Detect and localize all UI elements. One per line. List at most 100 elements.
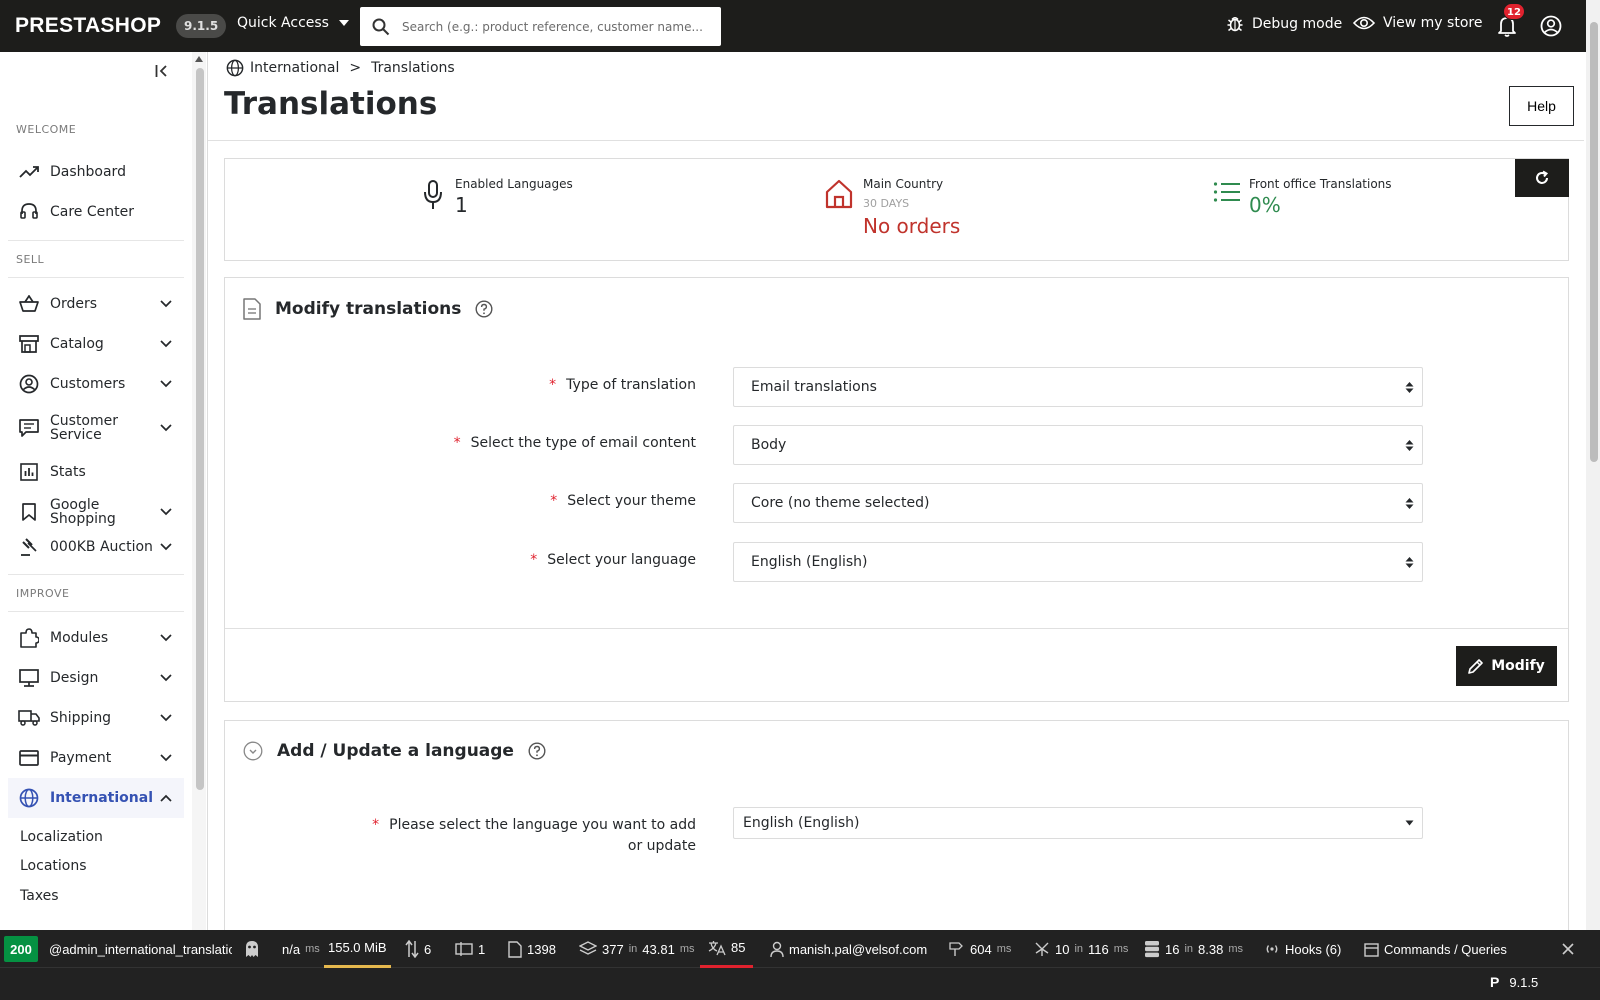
section-welcome: WELCOME (16, 123, 77, 136)
close-debug-toolbar-button[interactable] (1562, 930, 1574, 968)
debug-hooks[interactable]: Hooks (6) (1264, 930, 1341, 968)
debug-events[interactable]: 10 in 116 ms (1034, 930, 1128, 968)
sidebar-item-dashboard[interactable]: Dashboard (8, 156, 184, 188)
sidebar-item-google-shopping[interactable]: Google Shopping (8, 492, 184, 532)
sidebar-divider (8, 611, 184, 612)
sidebar-item-international[interactable]: International (8, 778, 184, 818)
cache-unit: ms (679, 943, 695, 955)
breadcrumb-international-link[interactable]: International (250, 60, 339, 76)
db-count: 16 (1165, 941, 1180, 957)
refresh-kpis-button[interactable] (1515, 159, 1569, 197)
card-header: Add / Update a language (243, 741, 546, 761)
debug-footer-version[interactable]: P 9.1.5 (1490, 974, 1538, 990)
language-select[interactable]: English (English) (733, 542, 1423, 582)
sidebar-divider (8, 277, 184, 278)
kpi-value: No orders (863, 214, 961, 238)
user-icon (770, 941, 784, 957)
sidebar-item-care-center[interactable]: Care Center (8, 196, 184, 228)
search-bar[interactable] (360, 7, 721, 46)
help-circle-icon[interactable] (475, 300, 493, 318)
help-circle-icon[interactable] (528, 742, 546, 760)
sidebar-item-shipping[interactable]: Shipping (8, 702, 184, 734)
sidebar-subitem-localization[interactable]: Localization (20, 829, 103, 845)
search-input[interactable] (402, 19, 702, 34)
debug-missing-translations[interactable]: 85 (700, 930, 754, 968)
debug-performance[interactable]: 604 ms (949, 930, 1011, 968)
debug-user[interactable]: manish.pal@velsof.com (770, 930, 927, 968)
prestashop-logo[interactable]: PRESTASHOP (15, 14, 161, 38)
perf-unit: ms (996, 943, 1012, 955)
debug-translation-files[interactable]: 1398 (508, 930, 556, 968)
theme-select[interactable]: Core (no theme selected) (733, 483, 1423, 523)
ghost-icon[interactable] (244, 930, 260, 968)
bookmark-icon (18, 501, 40, 523)
debug-database[interactable]: 16 in 8.38 ms (1144, 930, 1243, 968)
database-icon (1145, 941, 1159, 958)
select-value: English (English) (751, 554, 868, 570)
route-name[interactable]: @admin_international_translatio (49, 930, 232, 968)
chevron-down-icon (160, 754, 172, 762)
collapse-sidebar-button[interactable] (155, 64, 169, 78)
email-content-type-select[interactable]: Body (733, 425, 1423, 465)
kpi-value: 0% (1249, 193, 1281, 217)
sidebar-scrollbar-thumb[interactable] (196, 68, 204, 790)
help-button[interactable]: Help (1509, 86, 1574, 126)
kpi-label: Enabled Languages (455, 177, 573, 191)
field-label-text: Select your language (547, 552, 696, 568)
sidebar-item-orders[interactable]: Orders (8, 288, 184, 320)
kpi-enabled-languages: Enabled Languages 1 (421, 177, 573, 217)
account-button[interactable] (1540, 15, 1562, 37)
debug-requests[interactable]: 6 (405, 930, 431, 968)
chevron-circle-icon[interactable] (243, 741, 263, 761)
form-row-add-language: * Please select the language you want to … (225, 807, 1570, 857)
sidebar-item-payment[interactable]: Payment (8, 742, 184, 774)
card-header: Modify translations (243, 298, 493, 320)
route-name-text: @admin_international_translatio (49, 941, 232, 957)
breadcrumb: International > Translations (226, 59, 455, 77)
quick-access-menu[interactable]: Quick Access (237, 15, 349, 31)
kpi-period: 30 DAYS (863, 197, 910, 210)
home-icon (825, 179, 853, 209)
translate-icon (708, 940, 726, 955)
card-title: Add / Update a language (277, 741, 514, 761)
type-of-translation-select[interactable]: Email translations (733, 367, 1423, 407)
debug-cache[interactable]: 377 in 43.81 ms (579, 930, 694, 968)
debug-forms[interactable]: 1 (455, 930, 485, 968)
field-label-text: Select your theme (567, 493, 696, 509)
debug-memory[interactable]: 155.0 MiB (324, 930, 391, 968)
modify-button[interactable]: Modify (1456, 646, 1557, 686)
sidebar-item-customers[interactable]: Customers (8, 368, 184, 400)
kpi-value: 1 (455, 193, 468, 217)
sidebar-item-stats[interactable]: Stats (8, 456, 184, 488)
debug-mode-link[interactable]: Debug mode (1226, 15, 1342, 33)
sidebar-subitem-locations[interactable]: Locations (20, 858, 87, 874)
status-code-badge[interactable]: 200 (4, 936, 38, 962)
view-my-store-link[interactable]: View my store (1353, 15, 1482, 31)
add-language-select[interactable]: English (English) (733, 807, 1423, 839)
missing-translations-value: 85 (731, 940, 746, 955)
sidebar-subitem-taxes[interactable]: Taxes (20, 888, 59, 904)
field-label-text: Select the type of email content (470, 435, 696, 451)
perf-time: 604 (970, 941, 992, 957)
sidebar-item-customer-service[interactable]: Customer Service (8, 408, 184, 448)
sidebar-item-catalog[interactable]: Catalog (8, 328, 184, 360)
chevron-down-icon (338, 20, 349, 26)
cache-time: 43.81 (642, 941, 675, 957)
sidebar-item-design[interactable]: Design (8, 662, 184, 694)
required-marker: * (550, 493, 558, 509)
db-time: 8.38 (1198, 941, 1224, 957)
debug-time[interactable]: n/a ms (282, 930, 320, 968)
kpi-label: Front office Translations (1249, 177, 1392, 191)
sidebar-item-auction[interactable]: 000KB Auction (8, 531, 184, 563)
events-time: 116 (1088, 941, 1109, 957)
sort-arrows-icon (1405, 498, 1414, 509)
cache-count: 377 (602, 941, 624, 957)
footer-version: 9.1.5 (1509, 974, 1539, 990)
field-label: * Select your theme (550, 493, 696, 509)
sidebar-item-modules[interactable]: Modules (8, 622, 184, 654)
debug-commands[interactable]: Commands / Queries (1364, 930, 1507, 968)
page-scrollbar-thumb[interactable] (1590, 22, 1598, 462)
field-label: * Select your language (530, 552, 696, 568)
scroll-up-arrow-icon[interactable] (195, 56, 203, 62)
headset-icon (18, 201, 40, 223)
